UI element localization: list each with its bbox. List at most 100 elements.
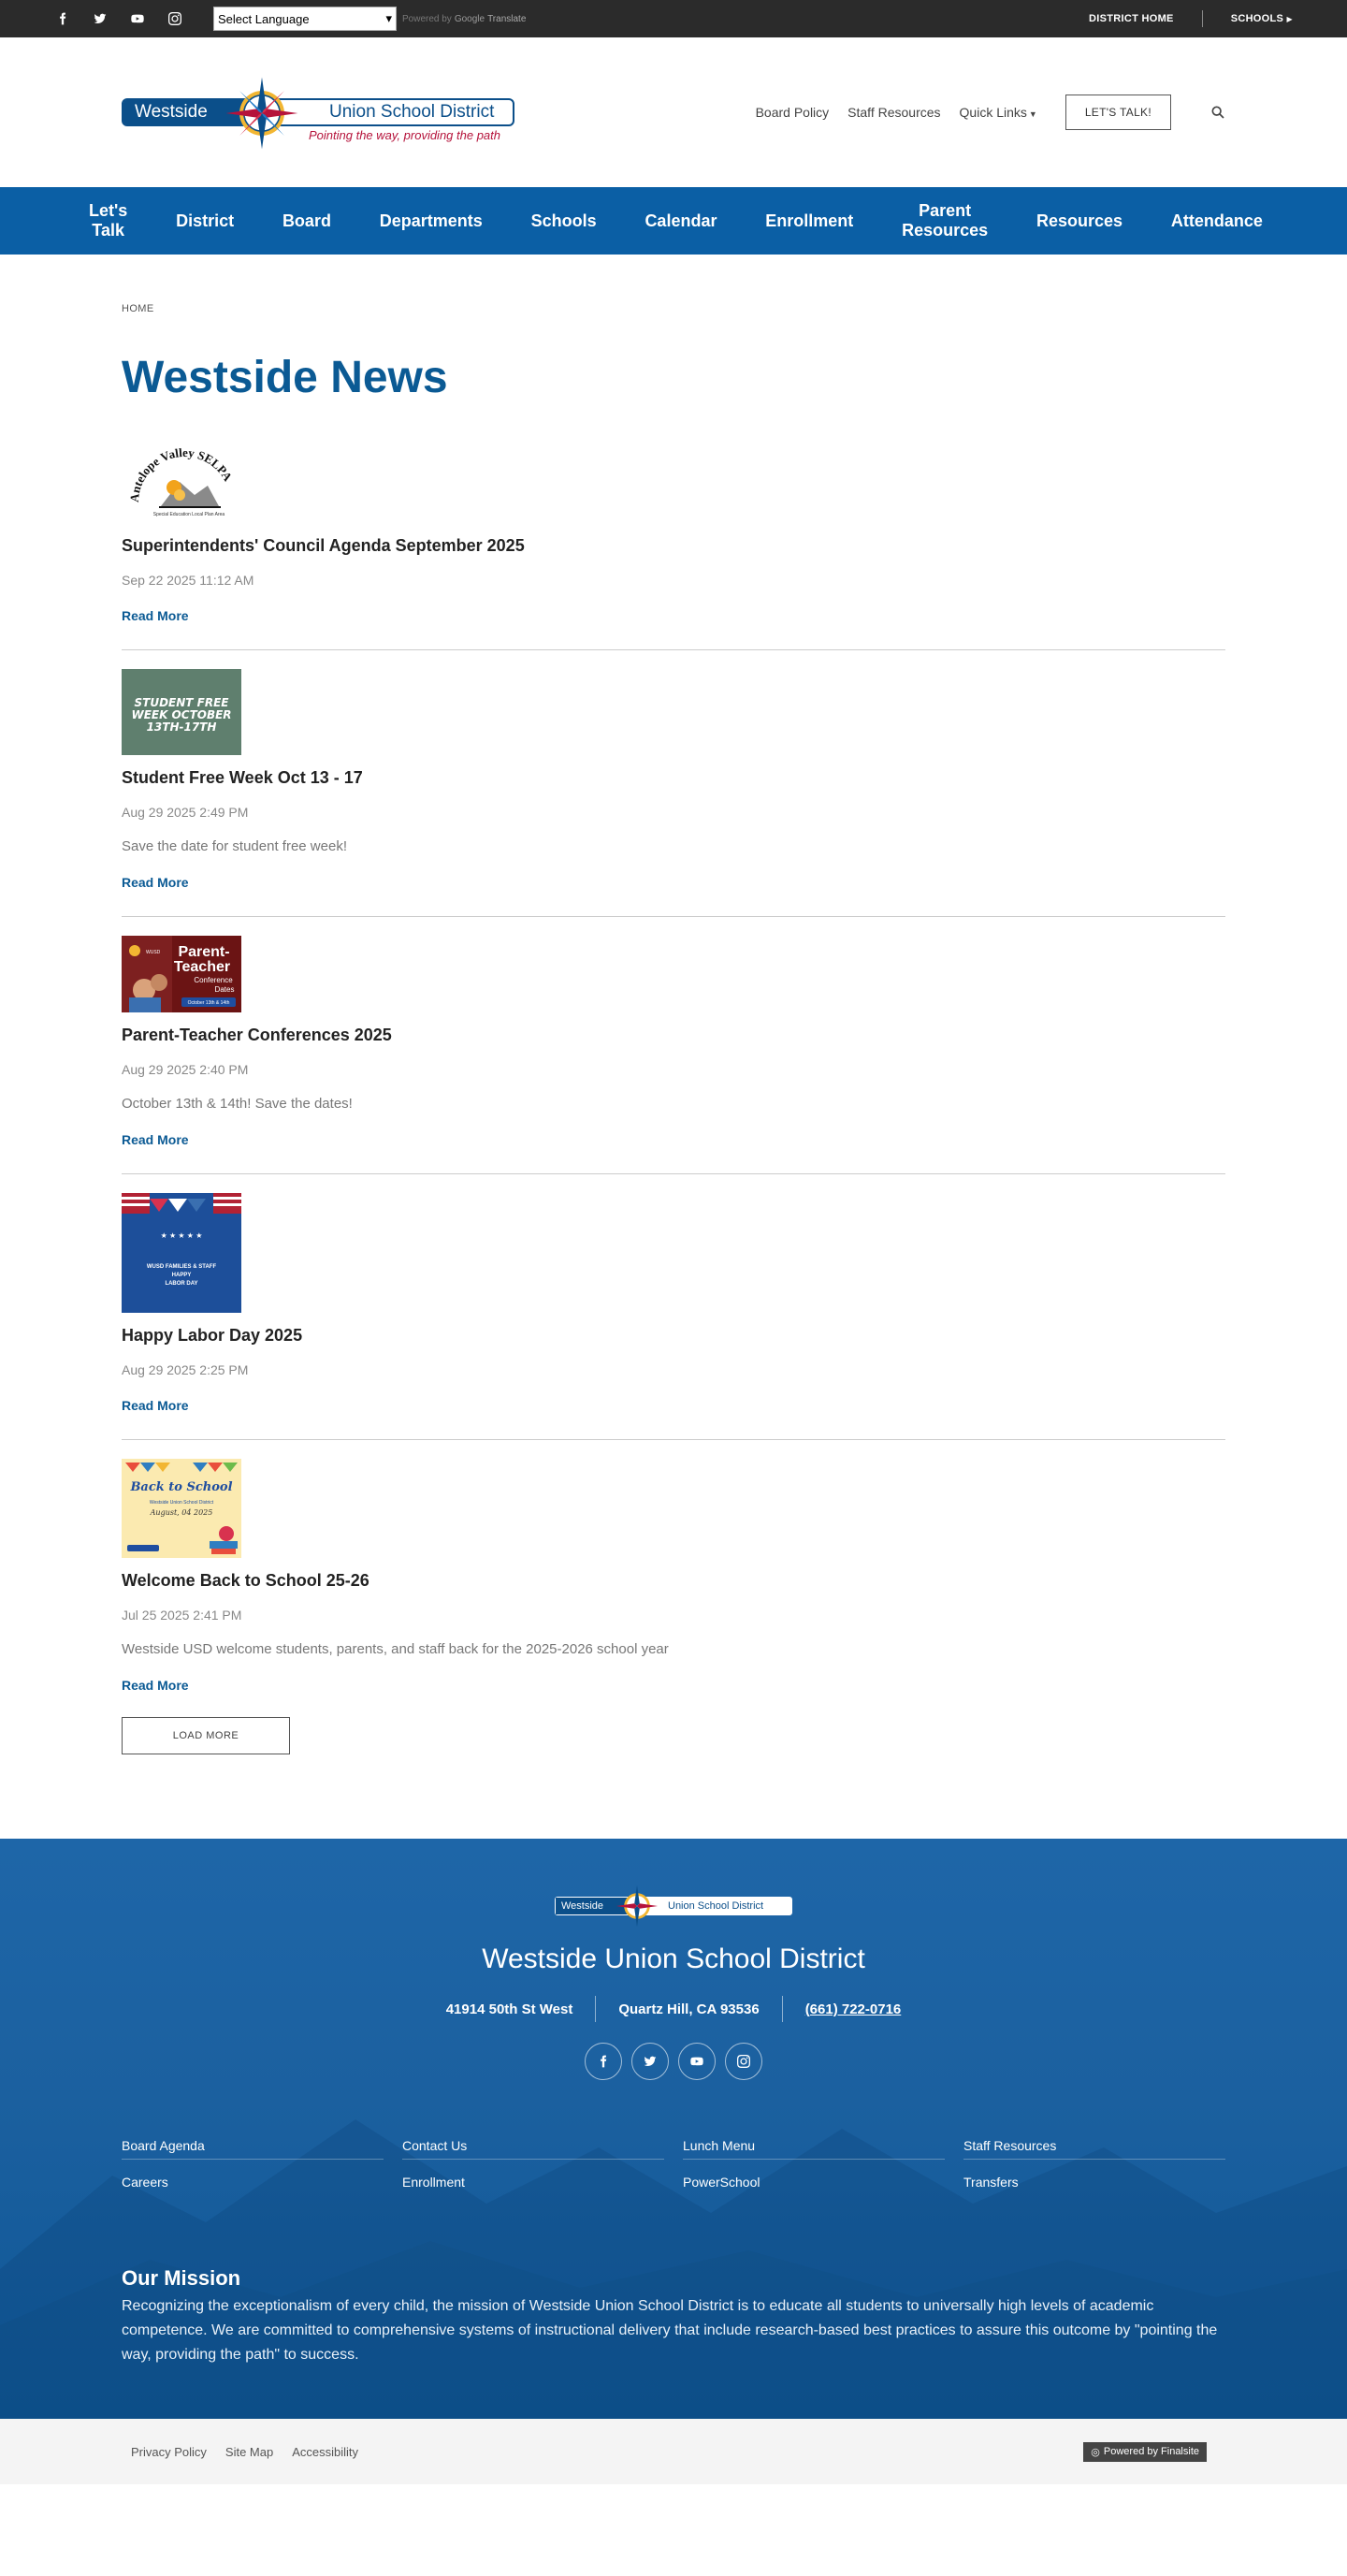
facebook-icon[interactable] bbox=[585, 2043, 622, 2080]
finalsite-badge[interactable]: ◎ Powered by Finalsite bbox=[1083, 2441, 1207, 2462]
read-more-link[interactable]: Read More bbox=[122, 875, 189, 890]
finalsite-label: Powered by Finalsite bbox=[1103, 2446, 1199, 2457]
footer-link-careers[interactable]: Careers bbox=[122, 2175, 384, 2195]
accessibility-link[interactable]: Accessibility bbox=[292, 2445, 358, 2459]
news-date: Aug 29 2025 2:25 PM bbox=[122, 1362, 249, 1377]
news-item: Back to School Westside Union School Dis… bbox=[122, 1440, 1225, 1704]
read-more-link[interactable]: Read More bbox=[122, 1398, 189, 1413]
news-description: Save the date for student free week! bbox=[122, 838, 347, 854]
compass-star-icon bbox=[225, 77, 298, 150]
news-thumbnail-free-week[interactable]: STUDENT FREE WEEK OCTOBER 13TH-17TH bbox=[122, 669, 241, 755]
chevron-down-icon: ▾ bbox=[385, 11, 392, 25]
ptc-title-2: Teacher bbox=[174, 959, 230, 975]
nav-departments[interactable]: Departments bbox=[380, 211, 483, 231]
news-list: Antelope Valley SELPA Special Education … bbox=[122, 435, 1225, 1704]
news-date: Sep 22 2025 11:12 AM bbox=[122, 573, 254, 588]
finalsite-logo-icon: ◎ bbox=[1091, 2446, 1100, 2458]
breadcrumb: HOME bbox=[122, 255, 1225, 314]
bottom-bar: Privacy Policy Site Map Accessibility ◎ … bbox=[0, 2419, 1347, 2484]
labor-line-2: HAPPY bbox=[172, 1273, 192, 1278]
ptc-sub-1: Conference bbox=[194, 976, 233, 984]
nav-resources[interactable]: Resources bbox=[1036, 211, 1122, 231]
news-item: Antelope Valley SELPA Special Education … bbox=[122, 435, 1225, 650]
caret-down-icon: ▼ bbox=[1028, 109, 1037, 119]
read-more-link[interactable]: Read More bbox=[122, 1132, 189, 1147]
footer-logo[interactable]: Westside Union School District bbox=[122, 1885, 1225, 1928]
footer-city: Quartz Hill, CA 93536 bbox=[618, 2001, 760, 2017]
nav-parent-resources[interactable]: Parent Resources bbox=[902, 201, 988, 240]
schools-link[interactable]: SCHOOLS ▶ bbox=[1231, 13, 1293, 24]
lets-talk-button[interactable]: LET'S TALK! bbox=[1065, 95, 1171, 130]
site-footer: Westside Union School District Westside … bbox=[0, 1839, 1347, 2419]
divider bbox=[1201, 10, 1203, 27]
twitter-icon[interactable] bbox=[94, 12, 107, 25]
privacy-policy-link[interactable]: Privacy Policy bbox=[131, 2445, 207, 2459]
news-thumbnail-conferences[interactable]: WUSD Parent- Teacher Conference Dates Oc… bbox=[122, 936, 241, 1012]
footer-district-name: Westside Union School District bbox=[482, 1943, 865, 1974]
logo-tagline: Pointing the way, providing the path bbox=[309, 128, 501, 142]
nav-lets-talk[interactable]: Let's Talk bbox=[89, 201, 127, 240]
site-header: Westside Union School District Pointing … bbox=[0, 37, 1347, 187]
logo-banner: Westside Union School District Pointing … bbox=[122, 77, 514, 150]
footer-link-staff-resources[interactable]: Staff Resources bbox=[963, 2138, 1225, 2160]
news-thumbnail-labor-day[interactable]: ★ ★ ★ ★ ★ WUSD FAMILIES & STAFF HAPPY LA… bbox=[122, 1193, 241, 1313]
footer-phone-link[interactable]: (661) 722-0716 bbox=[805, 2001, 902, 2017]
youtube-icon[interactable] bbox=[678, 2043, 716, 2080]
mission-title: Our Mission bbox=[122, 2266, 241, 2290]
nav-enrollment[interactable]: Enrollment bbox=[765, 211, 853, 231]
news-title[interactable]: Superintendents' Council Agenda Septembe… bbox=[122, 536, 1225, 556]
load-more-button[interactable]: LOAD MORE bbox=[122, 1717, 290, 1754]
news-title[interactable]: Happy Labor Day 2025 bbox=[122, 1326, 1225, 1346]
selpa-subtext: Special Education Local Plan Area bbox=[153, 512, 225, 517]
page-title: Westside News bbox=[122, 353, 448, 402]
free-week-line-2: WEEK OCTOBER bbox=[131, 708, 231, 721]
nav-district[interactable]: District bbox=[176, 211, 234, 231]
footer-content: Westside Union School District Westside … bbox=[0, 1839, 1347, 2367]
nav-attendance[interactable]: Attendance bbox=[1171, 211, 1263, 231]
facebook-icon[interactable] bbox=[56, 12, 69, 25]
divider bbox=[595, 1996, 597, 2022]
read-more-link[interactable]: Read More bbox=[122, 1678, 189, 1693]
news-item: WUSD Parent- Teacher Conference Dates Oc… bbox=[122, 917, 1225, 1174]
news-thumbnail-selpa[interactable]: Antelope Valley SELPA Special Education … bbox=[122, 448, 241, 523]
news-title[interactable]: Welcome Back to School 25-26 bbox=[122, 1571, 1225, 1591]
instagram-icon[interactable] bbox=[168, 12, 181, 25]
ptc-sub-2: Dates bbox=[215, 985, 235, 994]
news-title[interactable]: Student Free Week Oct 13 - 17 bbox=[122, 768, 1225, 788]
twitter-icon[interactable] bbox=[631, 2043, 669, 2080]
stars-row: ★ ★ ★ ★ ★ bbox=[161, 1231, 203, 1240]
district-logo[interactable]: Westside Union School District Pointing … bbox=[122, 77, 514, 150]
footer-link-enrollment[interactable]: Enrollment bbox=[402, 2175, 664, 2195]
translate-link[interactable]: Translate bbox=[487, 14, 526, 24]
nav-schools[interactable]: Schools bbox=[531, 211, 597, 231]
news-date: Aug 29 2025 2:40 PM bbox=[122, 1062, 249, 1077]
youtube-icon[interactable] bbox=[131, 12, 144, 25]
search-icon[interactable] bbox=[1210, 105, 1225, 120]
footer-social-links bbox=[122, 2043, 1225, 2080]
nav-calendar[interactable]: Calendar bbox=[645, 211, 717, 231]
footer-link-lunch-menu[interactable]: Lunch Menu bbox=[683, 2138, 945, 2160]
district-home-link[interactable]: DISTRICT HOME bbox=[1089, 13, 1174, 24]
quick-links-dropdown[interactable]: Quick Links ▼ bbox=[960, 105, 1037, 120]
footer-link-powerschool[interactable]: PowerSchool bbox=[683, 2175, 945, 2195]
nav-board[interactable]: Board bbox=[282, 211, 331, 231]
staff-resources-link[interactable]: Staff Resources bbox=[847, 105, 940, 120]
footer-link-transfers[interactable]: Transfers bbox=[963, 2175, 1225, 2195]
ptc-badge: October 13th & 14th bbox=[188, 1000, 230, 1006]
breadcrumb-home[interactable]: HOME bbox=[122, 303, 154, 314]
news-title[interactable]: Parent-Teacher Conferences 2025 bbox=[122, 1026, 1225, 1045]
footer-link-contact-us[interactable]: Contact Us bbox=[402, 2138, 664, 2160]
footer-address: 41914 50th St West Quartz Hill, CA 93536… bbox=[122, 1996, 1225, 2022]
main-content: HOME Westside News Antelope Valley SELPA… bbox=[0, 255, 1347, 1754]
news-item: ★ ★ ★ ★ ★ WUSD FAMILIES & STAFF HAPPY LA… bbox=[122, 1174, 1225, 1440]
site-map-link[interactable]: Site Map bbox=[225, 2445, 273, 2459]
divider bbox=[781, 1996, 783, 2022]
instagram-icon[interactable] bbox=[725, 2043, 762, 2080]
language-select[interactable]: Select Language ▾ bbox=[213, 7, 397, 31]
news-thumbnail-back-to-school[interactable]: Back to School Westside Union School Dis… bbox=[122, 1459, 241, 1558]
news-item: STUDENT FREE WEEK OCTOBER 13TH-17TH Stud… bbox=[122, 650, 1225, 917]
compass-star-icon bbox=[616, 1885, 659, 1928]
read-more-link[interactable]: Read More bbox=[122, 608, 189, 623]
board-policy-link[interactable]: Board Policy bbox=[756, 105, 830, 120]
footer-link-board-agenda[interactable]: Board Agenda bbox=[122, 2138, 384, 2160]
